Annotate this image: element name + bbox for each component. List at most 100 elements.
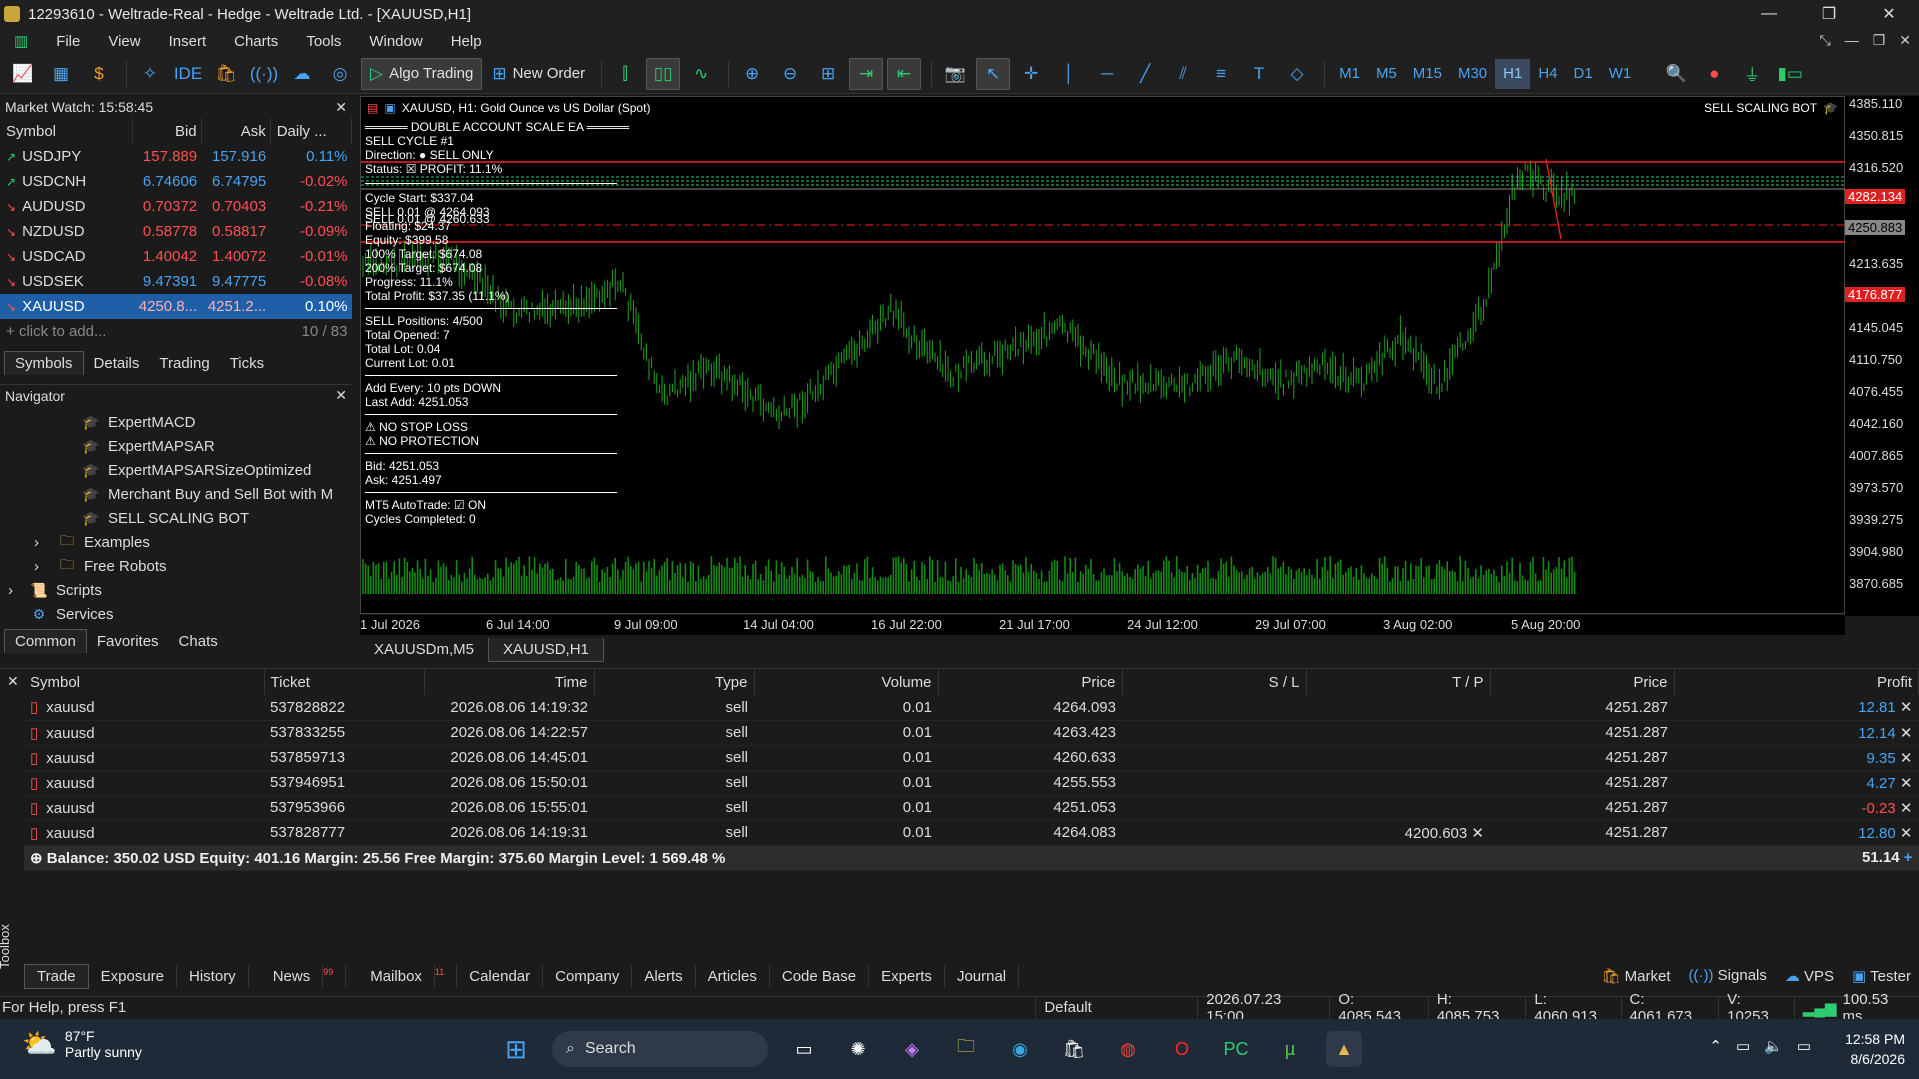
taskbar-search[interactable]: ⌕ Search [552, 1031, 768, 1067]
cursor-icon[interactable]: ↖ [976, 57, 1011, 90]
close-position-icon[interactable]: ✕ [1900, 725, 1913, 742]
tab-articles[interactable]: Articles [696, 964, 770, 988]
minimize-button[interactable]: — [1739, 0, 1799, 28]
signals-link[interactable]: ((·)) Signals [1689, 967, 1767, 985]
pycharm-icon[interactable]: PC [1218, 1031, 1254, 1067]
tab-history[interactable]: History [177, 964, 249, 988]
col-type[interactable]: Type [594, 669, 755, 695]
menu-view[interactable]: View [94, 33, 154, 50]
col-profit[interactable]: Profit [1674, 669, 1919, 695]
opera-icon[interactable]: O [1164, 1031, 1200, 1067]
chart-shift-icon[interactable]: ⇤ [887, 57, 922, 90]
close-position-icon[interactable]: ✕ [1900, 825, 1913, 842]
line-chart-icon[interactable]: 📈 [6, 58, 40, 90]
close-position-icon[interactable]: ✕ [1900, 750, 1913, 767]
col-sl[interactable]: S / L [1122, 669, 1307, 695]
col-volume[interactable]: Volume [754, 669, 939, 695]
tab-chats[interactable]: Chats [169, 630, 228, 653]
fibonacci-icon[interactable]: ≡ [1204, 58, 1238, 90]
close-position-icon[interactable]: ✕ [1900, 800, 1913, 817]
position-row[interactable]: ▯ xauusd 537953966 2026.08.06 15:55:01 sell 0… [24, 795, 1919, 821]
tf-m15[interactable]: M15 [1405, 59, 1450, 89]
tester-link[interactable]: ▣ Tester [1852, 967, 1911, 985]
file-explorer-icon[interactable]: 🗀 [948, 1031, 984, 1067]
tf-d1[interactable]: D1 [1566, 59, 1601, 89]
remove-tp-icon[interactable]: ✕ [1471, 825, 1484, 842]
bar-chart-icon[interactable]: ⫿ [608, 58, 642, 90]
volume-icon[interactable]: 🔈 [1764, 1037, 1783, 1055]
tab-alerts[interactable]: Alerts [632, 964, 696, 988]
symbol-row[interactable]: ↘ AUDUSD 0.70372 0.70403 -0.21% [0, 194, 352, 219]
col-symbol[interactable]: Symbol [24, 669, 265, 695]
close-position-icon[interactable]: ✕ [1900, 775, 1913, 792]
tab-ticks[interactable]: Ticks [220, 352, 274, 375]
chart-type-icon[interactable]: ▦ [44, 58, 78, 90]
col-symbol[interactable]: Symbol [0, 118, 133, 144]
mdi-minimize-icon[interactable]: — [1845, 32, 1859, 49]
nav-ea-item[interactable]: 🎓 SELL SCALING BOT [0, 506, 352, 530]
ide-button[interactable]: IDE [171, 58, 205, 90]
battery-icon[interactable]: ▭ [1797, 1037, 1811, 1055]
mdi-restore-icon[interactable]: ⤡ [1820, 32, 1831, 49]
crosshair-icon[interactable]: ✛ [1014, 58, 1048, 90]
tab-xauusdm-m5[interactable]: XAUUSDm,M5 [360, 638, 488, 662]
vertical-line-icon[interactable]: │ [1052, 58, 1086, 90]
nav-scripts[interactable]: › 📜 Scripts [0, 578, 352, 602]
edge-icon[interactable]: ◉ [1002, 1031, 1038, 1067]
channel-icon[interactable]: ⫽ [1166, 58, 1200, 90]
col-tp[interactable]: T / P [1306, 669, 1491, 695]
vps-icon[interactable]: ☁ [285, 58, 319, 90]
task-view-icon[interactable]: ▭ [786, 1031, 822, 1067]
mdi-maximize-icon[interactable]: ❐ [1873, 32, 1886, 49]
notification-icon[interactable]: ● [1697, 58, 1731, 90]
tab-trading[interactable]: Trading [149, 352, 219, 375]
tab-common[interactable]: Common [4, 629, 87, 653]
screenshot-icon[interactable]: 📷 [938, 58, 972, 90]
close-icon[interactable]: ✕ [335, 99, 347, 116]
tab-journal[interactable]: Journal [945, 964, 1020, 988]
auto-scroll-icon[interactable]: ⇥ [849, 57, 884, 90]
chatgpt-icon[interactable]: ✺ [840, 1031, 876, 1067]
menu-icon[interactable]: ▥ [0, 32, 42, 50]
menu-help[interactable]: Help [437, 33, 496, 50]
col-ask[interactable]: Ask [201, 118, 271, 144]
menu-tools[interactable]: Tools [292, 33, 355, 50]
text-icon[interactable]: T [1242, 58, 1276, 90]
candlestick-icon[interactable]: ▯▯ [646, 57, 681, 90]
tab-exposure[interactable]: Exposure [89, 964, 178, 988]
tab-experts[interactable]: Experts [869, 964, 945, 988]
close-position-icon[interactable]: ✕ [1900, 699, 1913, 716]
store-icon[interactable]: 🛍 [1056, 1031, 1092, 1067]
col-bid[interactable]: Bid [132, 118, 202, 144]
tab-company[interactable]: Company [543, 964, 633, 988]
add-icon[interactable]: + [1904, 849, 1913, 866]
tab-mailbox[interactable]: Mailbox 11 [346, 964, 458, 988]
nav-folder-free-robots[interactable]: › 🗀 Free Robots [0, 554, 352, 578]
tab-details[interactable]: Details [84, 352, 150, 375]
menu-file[interactable]: File [42, 33, 94, 50]
position-row[interactable]: ▯ xauusd 537946951 2026.08.06 15:50:01 sell 0… [24, 770, 1919, 796]
menu-insert[interactable]: Insert [155, 33, 221, 50]
nav-ea-item[interactable]: 🎓 ExpertMAPSARSizeOptimized [0, 458, 352, 482]
maximize-button[interactable]: ❐ [1799, 0, 1859, 28]
zoom-in-icon[interactable]: ⊕ [735, 58, 769, 90]
nav-folder-examples[interactable]: › 🗀 Examples [0, 530, 352, 554]
copilot-icon[interactable]: ◈ [894, 1031, 930, 1067]
menu-charts[interactable]: Charts [220, 33, 292, 50]
expand-icon[interactable]: ⊕ [30, 850, 47, 867]
tab-symbols[interactable]: Symbols [4, 351, 84, 375]
market-link[interactable]: 🛍 Market [1601, 967, 1670, 985]
position-row[interactable]: ▯ xauusd 537828822 2026.08.06 14:19:32 sell 0… [24, 695, 1919, 721]
add-symbol-row[interactable]: + click to add... 10 / 83 [0, 319, 352, 344]
symbol-row[interactable]: ↗ USDCNH 6.74606 6.74795 -0.02% [0, 169, 352, 194]
signal-strength-icon[interactable]: ⏚ [1735, 58, 1769, 90]
windows-start-icon[interactable]: ⊞ [498, 1031, 534, 1067]
tab-news[interactable]: News 99 [249, 964, 347, 988]
vps-link[interactable]: ☁ VPS [1785, 967, 1834, 985]
tf-m1[interactable]: M1 [1331, 59, 1368, 89]
dollar-icon[interactable]: $ [82, 58, 116, 90]
chart-trade-icon[interactable]: ▣ [384, 101, 395, 115]
line-icon[interactable]: ∿ [684, 58, 718, 90]
menu-window[interactable]: Window [355, 33, 436, 50]
search-icon[interactable]: 🔍 [1659, 58, 1693, 90]
